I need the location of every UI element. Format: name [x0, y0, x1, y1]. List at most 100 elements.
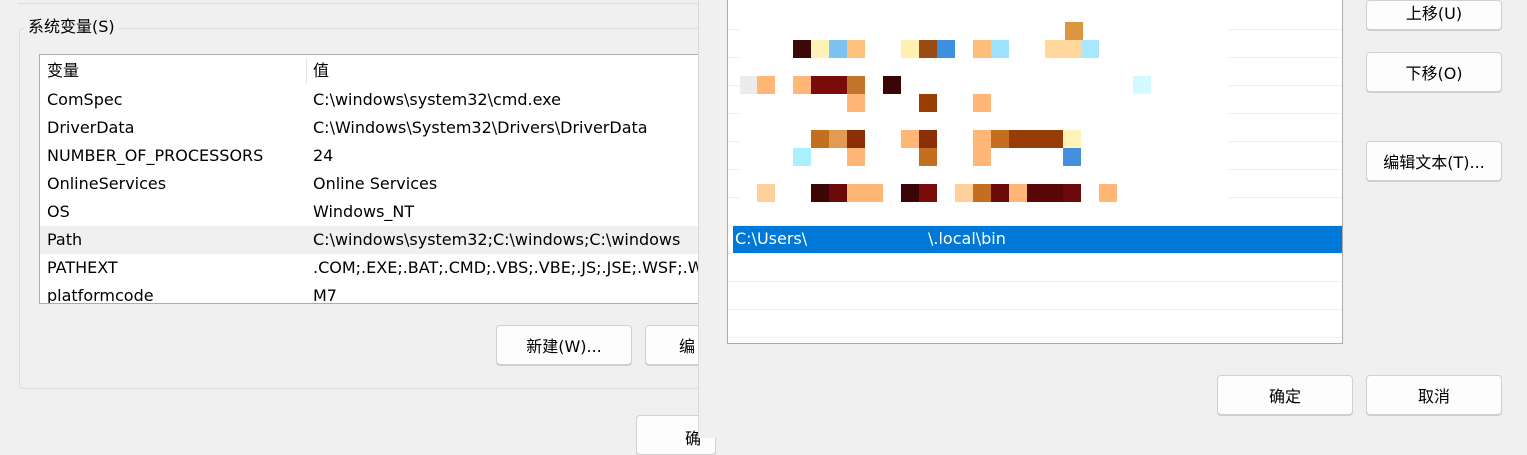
pixelated-redaction: [728, 0, 1342, 222]
move-up-button[interactable]: 上移(U): [1366, 0, 1502, 30]
redaction-pixel: [1027, 184, 1045, 202]
redaction-pixel: [901, 184, 919, 202]
redaction-pixel: [811, 40, 829, 58]
variable-value: Online Services: [313, 174, 438, 193]
redaction-pixel: [991, 40, 1009, 58]
ok-button[interactable]: 确定: [1217, 375, 1353, 415]
table-row[interactable]: platformcode M7: [40, 282, 700, 304]
variable-value: M7: [313, 286, 337, 304]
variable-value: C:\windows\system32;C:\windows;C:\window…: [313, 230, 681, 249]
variable-name: Path: [47, 230, 83, 249]
redaction-pixel: [1045, 184, 1063, 202]
redaction-pixel: [829, 76, 847, 94]
table-row[interactable]: NUMBER_OF_PROCESSORS 24: [40, 142, 700, 170]
redaction-pixel: [829, 40, 847, 58]
redaction-pixel: [847, 148, 865, 166]
column-divider[interactable]: [306, 58, 307, 84]
redaction-pixel: [919, 94, 937, 112]
redaction-pixel: [811, 130, 829, 148]
redaction-pixel: [973, 184, 991, 202]
redaction-pixel: [973, 94, 991, 112]
variable-name: NUMBER_OF_PROCESSORS: [47, 146, 264, 165]
redaction-pixel: [1027, 130, 1045, 148]
redaction-pixel: [937, 40, 955, 58]
redaction-pixel: [847, 76, 865, 94]
table-row[interactable]: OnlineServices Online Services: [40, 170, 700, 198]
path-entry-prefix: C:\Users\: [735, 229, 808, 248]
redaction-pixel: [1063, 148, 1081, 166]
redaction-pixel: [991, 130, 1009, 148]
variable-value: C:\windows\system32\cmd.exe: [313, 90, 561, 109]
variable-value: C:\Windows\System32\Drivers\DriverData: [313, 118, 648, 137]
redaction-pixel: [919, 40, 937, 58]
cancel-button[interactable]: 取消: [1366, 375, 1502, 415]
column-header-variable[interactable]: 变量: [47, 60, 79, 82]
redaction-pixel: [1009, 184, 1027, 202]
redaction-pixel: [901, 130, 919, 148]
redaction-pixel: [973, 130, 991, 148]
path-entry-selected[interactable]: C:\Users\ \.local\bin: [733, 226, 1342, 253]
redaction-pixel: [757, 184, 775, 202]
redaction-pixel: [883, 76, 901, 94]
variable-name: DriverData: [47, 118, 135, 137]
redaction-pixel: [1099, 184, 1117, 202]
redaction-pixel: [955, 184, 973, 202]
redaction-pixel: [1063, 184, 1081, 202]
redaction-pixel: [793, 40, 811, 58]
redaction-pixel: [829, 130, 847, 148]
table-row-selected[interactable]: Path C:\windows\system32;C:\windows;C:\w…: [40, 226, 700, 254]
redaction-pixel: [901, 40, 919, 58]
redaction-pixel: [1065, 22, 1083, 40]
redaction-pixel: [740, 76, 758, 94]
environment-variables-dialog: 系统变量(S) 变量 值 ComSpec C:\windows\system32…: [0, 0, 725, 455]
redaction-pixel: [991, 184, 1009, 202]
list-row-divider: [728, 309, 1342, 310]
system-variables-label: 系统变量(S): [24, 16, 119, 38]
list-row-divider: [728, 337, 1342, 338]
redaction-pixel: [1045, 130, 1063, 148]
redaction-pixel: [757, 76, 775, 94]
redaction-pixel: [847, 184, 865, 202]
variable-value: 24: [313, 146, 334, 165]
path-entry-suffix: \.local\bin: [928, 229, 1006, 248]
table-row[interactable]: DriverData C:\Windows\System32\Drivers\D…: [40, 114, 700, 142]
edit-text-button[interactable]: 编辑文本(T)...: [1366, 141, 1502, 181]
table-row[interactable]: OS Windows_NT: [40, 198, 700, 226]
move-down-button[interactable]: 下移(O): [1366, 52, 1502, 92]
column-header-value[interactable]: 值: [313, 60, 329, 82]
redaction-pixel: [1009, 130, 1027, 148]
variable-name: OS: [47, 202, 70, 221]
table-row[interactable]: ComSpec C:\windows\system32\cmd.exe: [40, 86, 700, 114]
list-row-divider: [728, 281, 1342, 282]
redaction-pixel: [1063, 40, 1081, 58]
redaction-pixel: [973, 40, 991, 58]
redaction-pixel: [793, 148, 811, 166]
system-variables-table[interactable]: 变量 值 ComSpec C:\windows\system32\cmd.exe…: [39, 54, 700, 304]
table-header: 变量 值: [40, 55, 700, 86]
path-entries-list[interactable]: C:\Users\ \.local\bin: [727, 0, 1343, 344]
variable-value: Windows_NT: [313, 202, 415, 221]
top-divider: [18, 0, 700, 4]
redaction-pixel: [847, 94, 865, 112]
redaction-pixel: [919, 148, 937, 166]
redaction-pixel: [919, 184, 937, 202]
redacted-username: [811, 226, 928, 253]
table-row[interactable]: PATHEXT .COM;.EXE;.BAT;.CMD;.VBS;.VBE;.J…: [40, 254, 700, 282]
redaction-pixel: [1133, 76, 1151, 94]
variable-name: ComSpec: [47, 90, 123, 109]
list-row-divider: [728, 253, 1342, 254]
redaction-pixel: [847, 40, 865, 58]
variable-name: PATHEXT: [47, 258, 118, 277]
redaction-pixel: [1063, 130, 1081, 148]
redaction-pixel: [919, 130, 937, 148]
redaction-pixel: [865, 184, 883, 202]
variable-value: .COM;.EXE;.BAT;.CMD;.VBS;.VBE;.JS;.JSE;.…: [313, 258, 700, 277]
redaction-pixel: [829, 184, 847, 202]
redaction-pixel: [973, 148, 991, 166]
new-variable-button[interactable]: 新建(W)...: [496, 325, 632, 365]
redaction-pixel: [1045, 40, 1063, 58]
redaction-pixel: [1081, 40, 1099, 58]
redaction-pixel: [793, 76, 811, 94]
variable-name: OnlineServices: [47, 174, 167, 193]
redaction-pixel: [811, 184, 829, 202]
